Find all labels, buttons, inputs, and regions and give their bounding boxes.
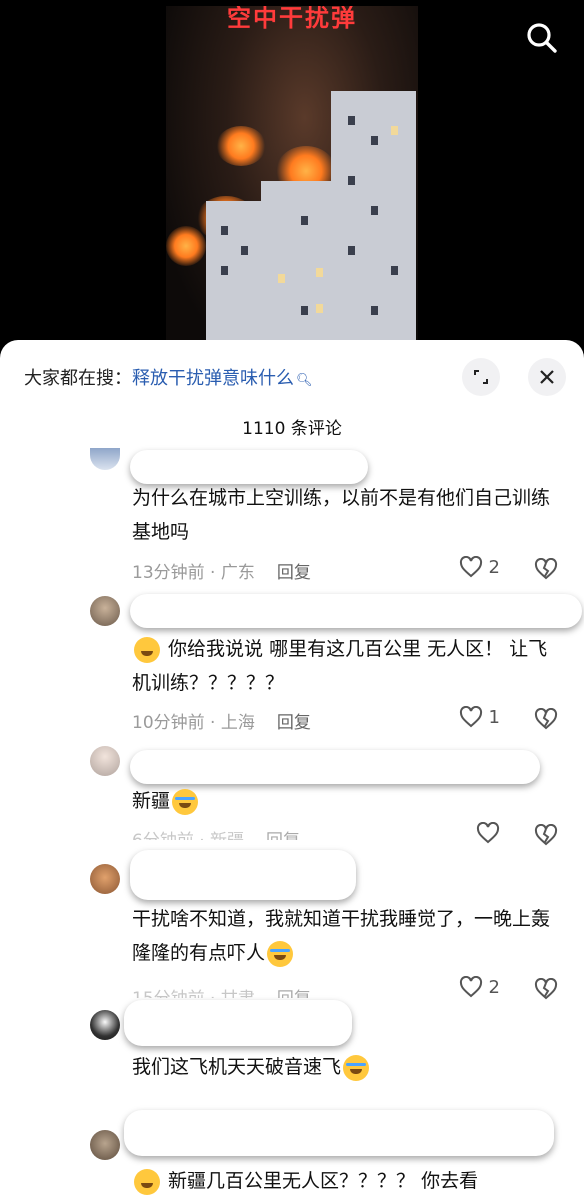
emoji-icon: [134, 636, 160, 663]
avatar[interactable]: [90, 864, 120, 894]
close-button[interactable]: [528, 358, 566, 396]
video-caption: 空中干扰弹: [227, 6, 357, 32]
comment-text: 为什么在城市上空训练，以前不是有他们自己训练基地吗: [132, 487, 551, 543]
hot-search-prefix: 大家都在搜：: [24, 368, 132, 389]
comment-meta: 10分钟前 · 上海 回复: [132, 708, 311, 733]
comment-text: 干扰啥不知道，我就知道干扰我睡觉了，一晚上轰隆隆的有点吓人: [132, 902, 562, 970]
broken-heart-icon: [534, 977, 558, 1000]
comment-text: 新疆: [132, 784, 562, 818]
comment-time: 15分钟前 · 甘肃: [132, 989, 255, 998]
like-count: 1: [488, 706, 500, 728]
reply-button[interactable]: 回复: [277, 713, 311, 733]
search-icon: [527, 23, 557, 53]
dislike-button[interactable]: [534, 977, 558, 1004]
dislike-button[interactable]: [534, 707, 558, 734]
reply-button[interactable]: 回复: [277, 563, 311, 583]
reply-button[interactable]: 回复: [277, 989, 311, 998]
like-button[interactable]: [476, 822, 500, 844]
comment-meta: 13分钟前 · 广东 回复: [132, 558, 311, 583]
like-button[interactable]: 1: [459, 706, 500, 728]
avatar[interactable]: [90, 1130, 120, 1160]
heart-icon: [459, 556, 482, 578]
like-button[interactable]: 2: [459, 556, 500, 578]
like-count: 2: [488, 556, 500, 578]
hot-search-bar[interactable]: 大家都在搜：释放干扰弹意味什么 🔍︎: [24, 364, 313, 390]
avatar[interactable]: [90, 1010, 120, 1040]
avatar[interactable]: [90, 448, 120, 470]
heart-icon: [459, 976, 482, 998]
search-icon: 🔍︎: [296, 373, 313, 388]
comment-text: 我们这飞机天天破音速飞: [132, 1050, 562, 1084]
username-redacted: [130, 750, 540, 784]
emoji-icon: [343, 1054, 370, 1081]
username-redacted: [130, 850, 356, 900]
comment-time: 13分钟前 · 广东: [132, 563, 255, 583]
building: [331, 91, 416, 356]
comment-time: 10分钟前 · 上海: [132, 713, 255, 733]
heart-icon: [476, 822, 500, 844]
like-button[interactable]: 2: [459, 976, 500, 998]
emoji-icon: [267, 940, 294, 967]
username-redacted: [130, 594, 582, 628]
fire-glow: [216, 126, 266, 166]
search-button[interactable]: [524, 20, 560, 56]
username-redacted: [124, 1000, 352, 1046]
hot-search-term[interactable]: 释放干扰弹意味什么: [132, 368, 294, 389]
comment-sheet: 大家都在搜：释放干扰弹意味什么 🔍︎ 1110 条评论 为什么在城市上空训练，以前…: [0, 340, 584, 1200]
username-redacted: [130, 450, 368, 484]
reply-button[interactable]: 回复: [266, 831, 300, 840]
comment-meta: 15分钟前 · 甘肃 回复: [132, 984, 311, 998]
building: [206, 201, 266, 356]
video-player[interactable]: 空中干扰弹: [0, 0, 584, 360]
building: [261, 181, 341, 356]
comment-time: 6分钟前 · 新疆: [132, 831, 244, 840]
username-redacted: [124, 1110, 554, 1156]
dislike-button[interactable]: [534, 557, 558, 584]
comment-text: 你给我说说 哪里有这几百公里 无人区！ 让飞机训练？？？？？: [132, 636, 548, 694]
comment-text: 新疆几百公里无人区？？？？ 你去看: [132, 1164, 562, 1198]
expand-button[interactable]: [462, 358, 500, 396]
emoji-icon: [172, 788, 199, 815]
expand-icon: [474, 370, 488, 384]
avatar[interactable]: [90, 746, 120, 776]
broken-heart-icon: [534, 707, 558, 730]
broken-heart-icon: [534, 823, 558, 846]
close-icon: [540, 370, 554, 384]
comment-count: 1110 条评论: [242, 419, 342, 439]
emoji-icon: [134, 1168, 160, 1195]
avatar[interactable]: [90, 596, 120, 626]
dislike-button[interactable]: [534, 823, 558, 850]
heart-icon: [459, 706, 482, 728]
broken-heart-icon: [534, 557, 558, 580]
video-frame: 空中干扰弹: [166, 6, 418, 356]
like-count: 2: [488, 976, 500, 998]
fire-glow: [166, 226, 206, 266]
comment-meta: 6分钟前 · 新疆 回复: [132, 826, 300, 840]
